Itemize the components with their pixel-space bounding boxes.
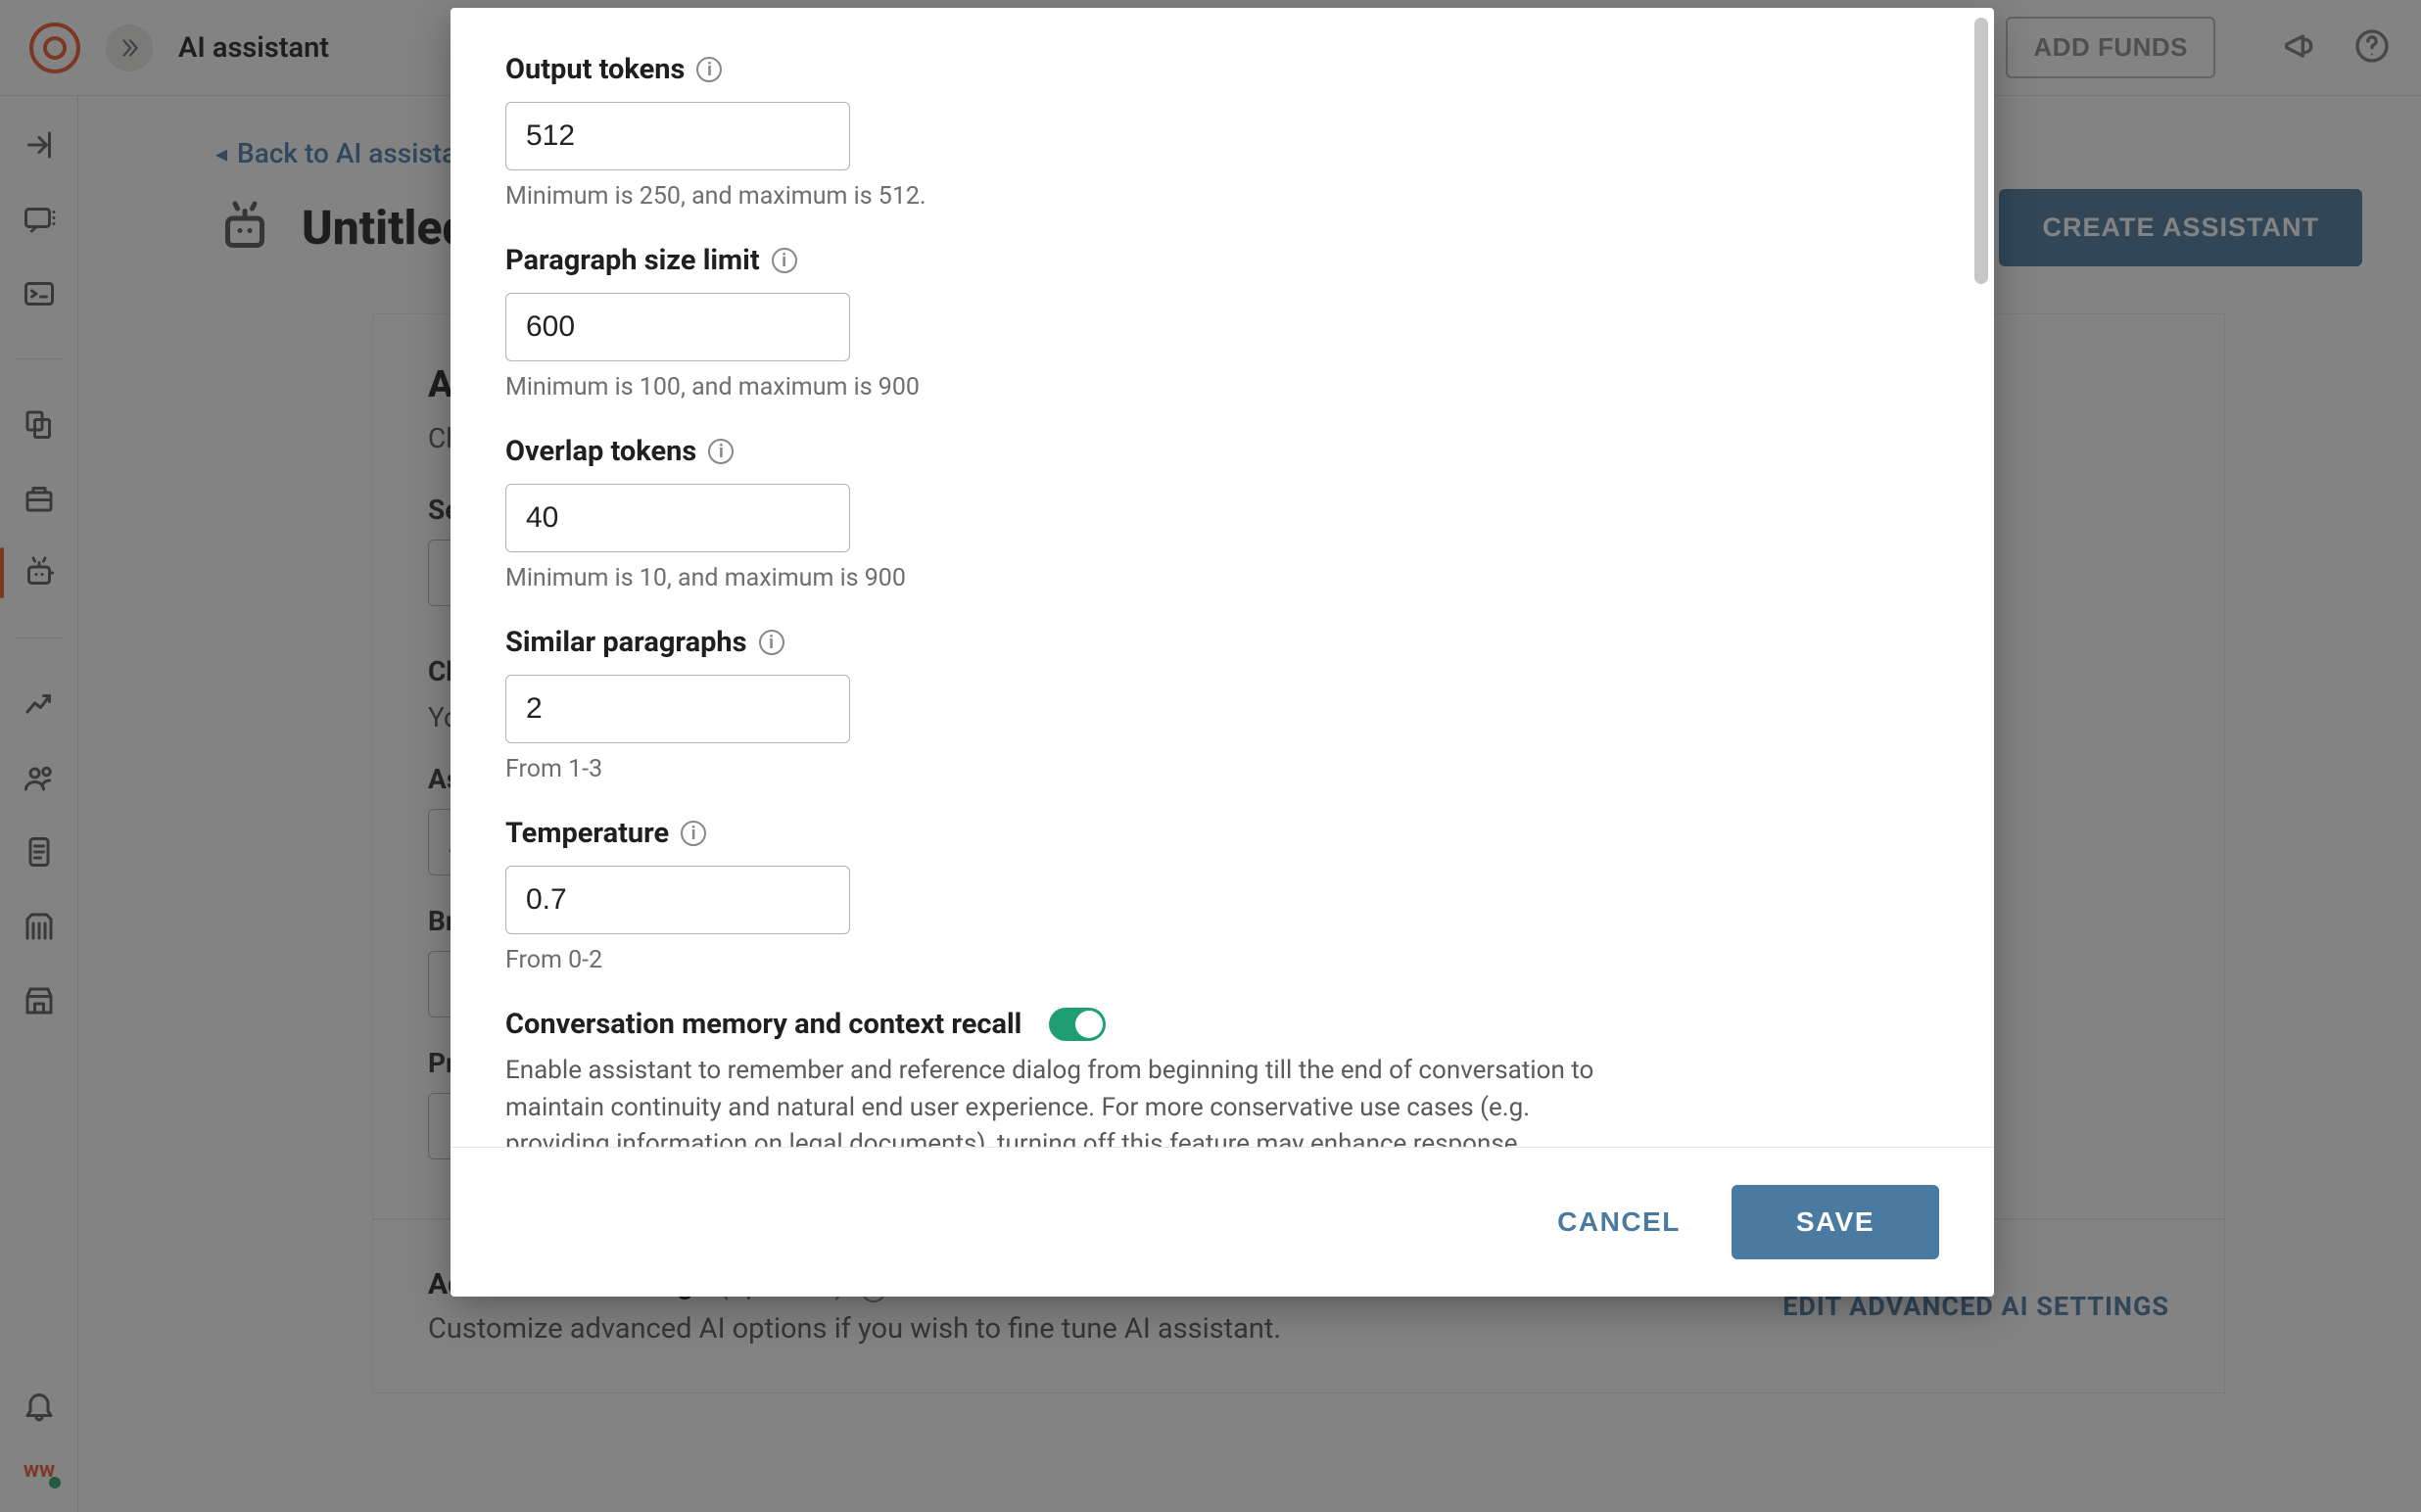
similar-paragraphs-label: Similar paragraphs i xyxy=(505,626,1939,659)
temperature-label: Temperature i xyxy=(505,817,1939,850)
similar-paragraphs-label-text: Similar paragraphs xyxy=(505,626,747,659)
output-tokens-hint: Minimum is 250, and maximum is 512. xyxy=(505,182,1939,211)
overlap-tokens-label-text: Overlap tokens xyxy=(505,435,696,468)
conversation-memory-toggle[interactable] xyxy=(1049,1008,1106,1041)
modal-scrollbar[interactable] xyxy=(1974,18,1988,284)
similar-paragraphs-input[interactable] xyxy=(505,675,850,743)
conversation-memory-desc: Enable assistant to remember and referen… xyxy=(505,1053,1612,1147)
cancel-button[interactable]: CANCEL xyxy=(1545,1197,1692,1248)
temperature-input[interactable] xyxy=(505,866,850,934)
paragraph-size-hint: Minimum is 100, and maximum is 900 xyxy=(505,373,1939,402)
overlap-tokens-hint: Minimum is 10, and maximum is 900 xyxy=(505,564,1939,592)
output-tokens-label: Output tokens i xyxy=(505,53,1939,86)
overlap-tokens-label: Overlap tokens i xyxy=(505,435,1939,468)
temperature-label-text: Temperature xyxy=(505,817,669,850)
conversation-memory-label: Conversation memory and context recall xyxy=(505,1008,1021,1041)
paragraph-size-label-text: Paragraph size limit xyxy=(505,244,760,277)
modal-footer: CANCEL SAVE xyxy=(451,1147,1994,1297)
paragraph-size-label: Paragraph size limit i xyxy=(505,244,1939,277)
overlap-tokens-input[interactable] xyxy=(505,484,850,552)
paragraph-size-input[interactable] xyxy=(505,293,850,361)
output-tokens-input[interactable] xyxy=(505,102,850,170)
info-icon[interactable]: i xyxy=(696,57,722,82)
info-icon[interactable]: i xyxy=(708,439,734,464)
output-tokens-label-text: Output tokens xyxy=(505,53,685,86)
advanced-settings-modal: Output tokens i Minimum is 250, and maxi… xyxy=(451,8,1994,1297)
info-icon[interactable]: i xyxy=(772,248,797,273)
info-icon[interactable]: i xyxy=(759,630,784,655)
save-button[interactable]: SAVE xyxy=(1732,1185,1939,1259)
temperature-hint: From 0-2 xyxy=(505,946,1939,974)
info-icon[interactable]: i xyxy=(681,821,706,846)
similar-paragraphs-hint: From 1-3 xyxy=(505,755,1939,783)
